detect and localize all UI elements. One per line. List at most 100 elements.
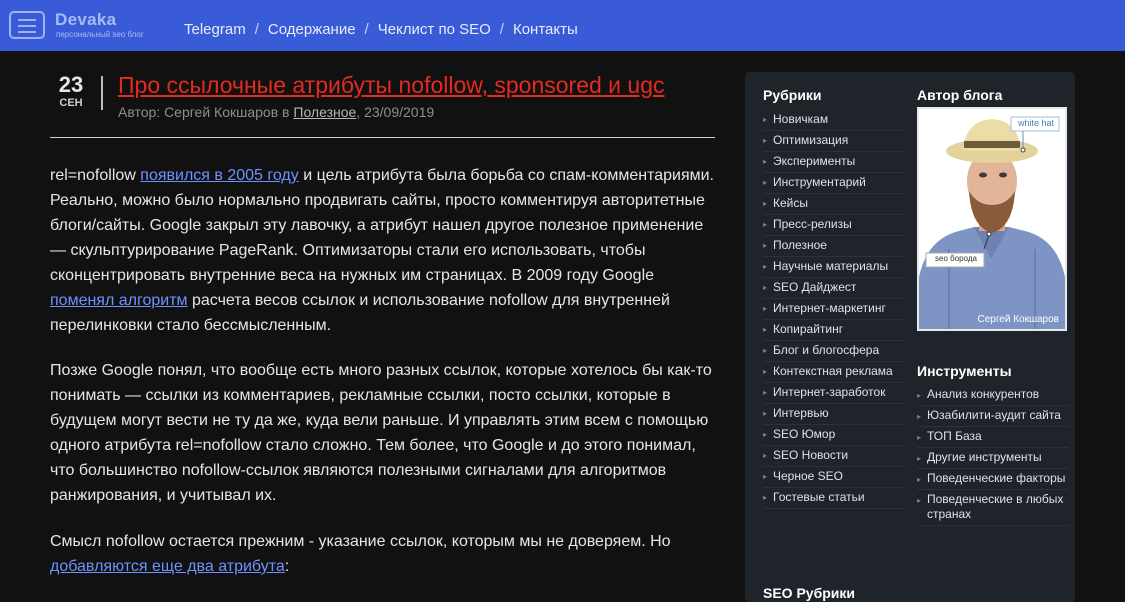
bullet-icon: ▸ [917,454,922,463]
rubric-link[interactable]: Копирайтинг [773,322,843,336]
rubric-link[interactable]: Кейсы [773,196,808,210]
bullet-icon: ▸ [763,157,768,166]
nav-link-seo-checklist[interactable]: Чеклист по SEO [378,21,491,38]
rubric-item[interactable]: ▸ Пресс-релизы [763,215,903,236]
rubric-item[interactable]: ▸ Контекстная реклама [763,362,903,383]
nav-separator: / [499,21,504,38]
rubric-link[interactable]: Инструментарий [773,175,866,189]
post-meta-author: Автор: Сергей Кокшаров в [118,104,294,120]
bullet-icon: ▸ [763,283,768,292]
article-link-algorithm[interactable]: поменял алгоритм [50,292,188,309]
bullet-icon: ▸ [763,451,768,460]
bullet-icon: ▸ [763,430,768,439]
rubric-link[interactable]: Интернет-маркетинг [773,301,886,315]
tool-link[interactable]: Анализ конкурентов [927,387,1069,402]
bullet-icon: ▸ [763,472,768,481]
rubric-item[interactable]: ▸ Инструментарий [763,173,903,194]
rubric-item[interactable]: ▸ Блог и блогосфера [763,341,903,362]
rubric-item[interactable]: ▸ Новичкам [763,110,903,131]
rubric-link[interactable]: Контекстная реклама [773,364,893,378]
bullet-icon: ▸ [763,241,768,250]
bullet-icon: ▸ [763,178,768,187]
paragraph-text: rel=nofollow [50,167,141,184]
tool-link[interactable]: Поведенческие в любых странах [927,492,1069,522]
article-paragraph-1: rel=nofollow появился в 2005 году и цель… [50,163,720,338]
rubric-item[interactable]: ▸ Эксперименты [763,152,903,173]
rubric-link[interactable]: Пресс-релизы [773,217,852,231]
top-navigation-bar: Devaka персональный seo блог Telegram / Со… [0,0,1125,51]
rubric-link[interactable]: Блог и блогосфера [773,343,879,357]
tool-link[interactable]: Другие инструменты [927,450,1069,465]
rubric-item[interactable]: ▸ Черное SEO [763,467,903,488]
rubric-item[interactable]: ▸ Копирайтинг [763,320,903,341]
tool-item[interactable]: ▸ ТОП База [917,427,1069,448]
rubric-link[interactable]: Полезное [773,238,827,252]
rubric-link[interactable]: Интернет-заработок [773,385,885,399]
rubric-item[interactable]: ▸ Интервью [763,404,903,425]
bullet-icon: ▸ [763,346,768,355]
rubric-link[interactable]: Черное SEO [773,469,843,483]
post-date-month: СЕН [59,97,83,109]
rubric-link[interactable]: SEO Дайджест [773,280,856,294]
bullet-icon: ▸ [763,199,768,208]
bullet-icon: ▸ [763,409,768,418]
site-logo-subtitle: персональный seo блог [56,30,144,39]
nav-link-contents[interactable]: Содержание [268,21,356,38]
tool-item[interactable]: ▸ Анализ конкурентов [917,385,1069,406]
rubric-item[interactable]: ▸ Кейсы [763,194,903,215]
rubric-item[interactable]: ▸ Интернет-маркетинг [763,299,903,320]
tool-link[interactable]: Юзабилити-аудит сайта [927,408,1069,423]
post-date-day: 23 [58,72,84,97]
nav-link-contacts[interactable]: Контакты [513,21,578,38]
post-category-link[interactable]: Полезное [293,104,356,120]
nav-link-telegram[interactable]: Telegram [184,21,246,38]
bullet-icon: ▸ [763,115,768,124]
post-title-link[interactable]: Про ссылочные атрибуты nofollow, sponsor… [118,72,665,99]
rubric-link[interactable]: Интервью [773,406,829,420]
paragraph-text: и цель атрибута была борьба со спам-комм… [50,167,714,284]
rubric-item[interactable]: ▸ Оптимизация [763,131,903,152]
tool-item[interactable]: ▸ Поведенческие в любых странах [917,490,1069,526]
author-photo[interactable]: white hat seo борода Сергей Кокшаров [917,107,1067,331]
tool-link[interactable]: Поведенческие факторы [927,471,1069,486]
bullet-icon: ▸ [917,433,922,442]
hamburger-icon[interactable] [9,11,45,39]
bullet-icon: ▸ [763,262,768,271]
rubric-link[interactable]: SEO Новости [773,448,848,462]
article-paragraph-2: Позже Google понял, что вообще есть мног… [50,362,712,504]
date-divider [101,76,103,110]
rubric-item[interactable]: ▸ SEO Юмор [763,425,903,446]
article-paragraph-3: Смысл nofollow остается прежним - указан… [50,529,720,579]
photo-caption: Сергей Кокшаров [977,314,1059,325]
rubric-item[interactable]: ▸ Научные материалы [763,257,903,278]
bullet-icon: ▸ [763,325,768,334]
rubric-link[interactable]: Научные материалы [773,259,888,273]
rubrics-list: ▸ Новичкам ▸ Оптимизация ▸ Эксперименты ▸ Инстр… [763,110,903,509]
rubric-item[interactable]: ▸ Гостевые статьи [763,488,903,509]
title-divider [50,137,715,138]
tool-item[interactable]: ▸ Поведенческие факторы [917,469,1069,490]
bullet-icon: ▸ [763,367,768,376]
rubric-item[interactable]: ▸ Интернет-заработок [763,383,903,404]
bullet-icon: ▸ [763,220,768,229]
rubric-link[interactable]: Гостевые статьи [773,490,865,504]
rubric-link[interactable]: SEO Юмор [773,427,835,441]
author-heading: Автор блога [917,87,1003,103]
rubric-item[interactable]: ▸ Полезное [763,236,903,257]
rubric-link[interactable]: Эксперименты [773,154,855,168]
rubric-link[interactable]: Оптимизация [773,133,848,147]
tool-item[interactable]: ▸ Юзабилити-аудит сайта [917,406,1069,427]
tool-item[interactable]: ▸ Другие инструменты [917,448,1069,469]
article-link-2005[interactable]: появился в 2005 году [140,167,298,184]
rubric-item[interactable]: ▸ SEO Новости [763,446,903,467]
rubric-item[interactable]: ▸ SEO Дайджест [763,278,903,299]
rubric-link[interactable]: Новичкам [773,112,828,126]
rubrics-heading: Рубрики [763,87,822,103]
bullet-icon: ▸ [917,496,922,505]
site-logo[interactable]: Devaka [55,10,116,30]
article-link-two-attributes[interactable]: добавляются еще два атрибута [50,558,285,575]
nav-separator: / [254,21,259,38]
tool-link[interactable]: ТОП База [927,429,1069,444]
tools-heading: Инструменты [917,363,1012,379]
sidebar-next-heading: SEO Рубрики [763,585,855,601]
